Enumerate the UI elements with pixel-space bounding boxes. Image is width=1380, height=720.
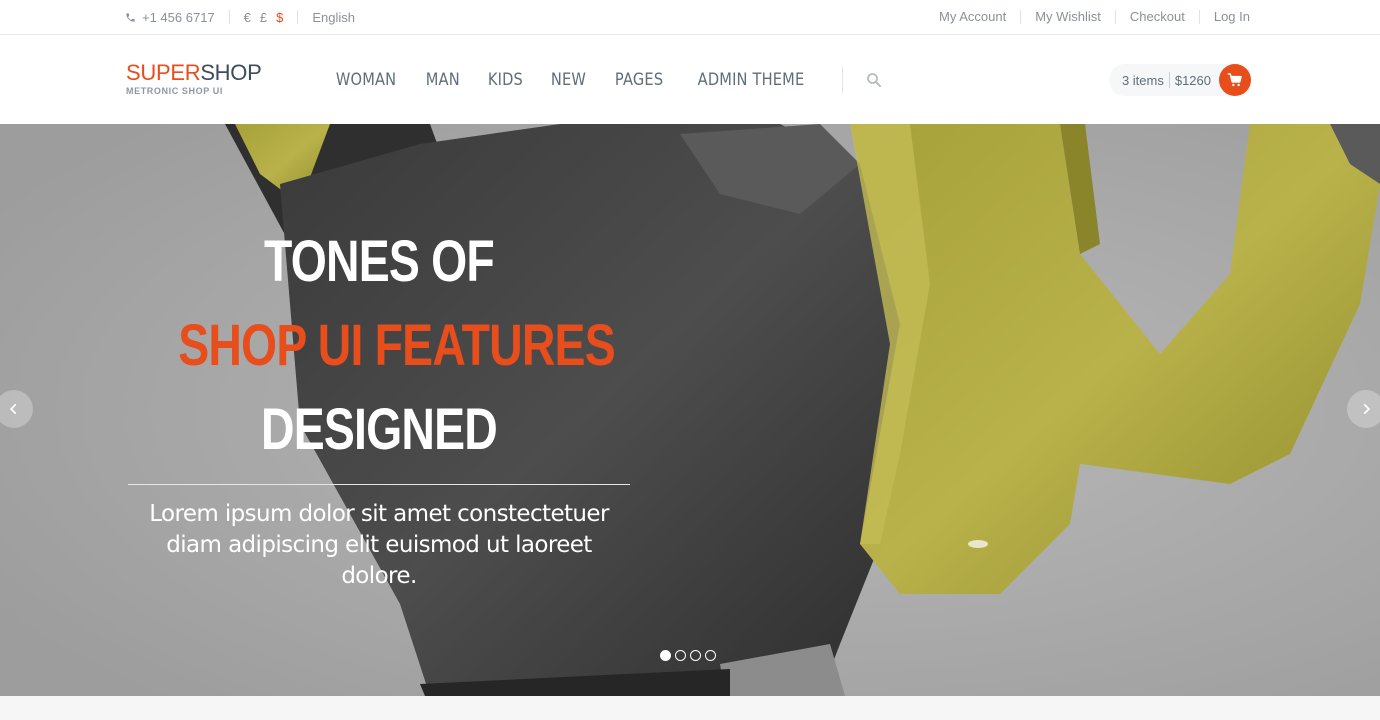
site-logo[interactable]: SUPERSHOP METRONIC SHOP UI: [126, 60, 262, 97]
top-bar-right: My Account My Wishlist Checkout Log In: [925, 0, 1250, 34]
nav-divider: [841, 65, 843, 94]
hero-subtitle: Lorem ipsum dolor sit amet constectetuer…: [149, 501, 609, 589]
currency-pound[interactable]: £: [260, 10, 267, 25]
cart-total: $1260: [1174, 72, 1211, 88]
my-account-link[interactable]: My Account: [925, 10, 1020, 24]
site-header: SUPERSHOP METRONIC SHOP UI WOMAN MAN KID…: [0, 35, 1380, 124]
top-bar-left: +1 456 6717 € £ $ English: [125, 0, 355, 34]
slider-dot[interactable]: [660, 650, 671, 661]
cart-button[interactable]: [1219, 64, 1251, 96]
slider-next-button[interactable]: [1347, 390, 1380, 428]
cart-item-count: 3 items: [1121, 72, 1164, 88]
main-nav: WOMAN MAN KIDS NEW PAGES ADMIN THEME: [320, 35, 883, 124]
logo-text: SUPERSHOP: [126, 60, 262, 85]
currency-dollar[interactable]: $: [276, 10, 283, 25]
slider-pagination: [660, 650, 720, 661]
cart-summary[interactable]: 3 items $1260: [1108, 64, 1235, 96]
logo-text-shop: SHOP: [200, 60, 262, 85]
chevron-left-icon: [9, 403, 17, 415]
search-icon[interactable]: [865, 71, 883, 89]
account-links: My Account My Wishlist Checkout Log In: [925, 10, 1250, 24]
hero-caption: TONES OF SHOP UI FEATURES DESIGNED Lorem…: [128, 220, 630, 592]
nav-new[interactable]: NEW: [551, 70, 586, 90]
nav-admin-theme[interactable]: ADMIN THEME: [697, 70, 804, 90]
chevron-right-icon: [1363, 403, 1371, 415]
currency-euro[interactable]: €: [244, 10, 251, 25]
my-wishlist-link[interactable]: My Wishlist: [1020, 10, 1115, 24]
hero-divider: [128, 484, 630, 485]
nav-kids[interactable]: KIDS: [488, 70, 523, 90]
phone-info: +1 456 6717: [125, 10, 215, 25]
hero-title-line2: SHOP UI FEATURES: [178, 313, 615, 378]
currency-switcher: € £ $: [230, 10, 298, 25]
hero-title-line3: DESIGNED: [261, 397, 498, 462]
logo-text-super: SUPER: [126, 60, 201, 85]
slider-dot[interactable]: [690, 650, 701, 661]
phone-icon: [126, 12, 135, 22]
nav-woman[interactable]: WOMAN: [336, 70, 396, 90]
logo-tagline: METRONIC SHOP UI: [126, 86, 223, 96]
slider-dot[interactable]: [675, 650, 686, 661]
nav-pages[interactable]: PAGES: [614, 70, 662, 90]
checkout-link[interactable]: Checkout: [1114, 10, 1199, 24]
hero-slider: TONES OF SHOP UI FEATURES DESIGNED Lorem…: [0, 124, 1380, 696]
divider: [1168, 72, 1170, 88]
language-selector[interactable]: English: [298, 10, 355, 25]
shopping-cart-icon: [1227, 73, 1242, 87]
phone-number: +1 456 6717: [142, 9, 215, 25]
cart-widget[interactable]: 3 items $1260: [1108, 64, 1251, 96]
login-link[interactable]: Log In: [1198, 10, 1250, 24]
nav-man[interactable]: MAN: [426, 70, 460, 90]
top-bar: +1 456 6717 € £ $ English My Account My …: [0, 0, 1380, 35]
hero-title-line1: TONES OF: [264, 229, 495, 294]
slider-dot[interactable]: [705, 650, 716, 661]
